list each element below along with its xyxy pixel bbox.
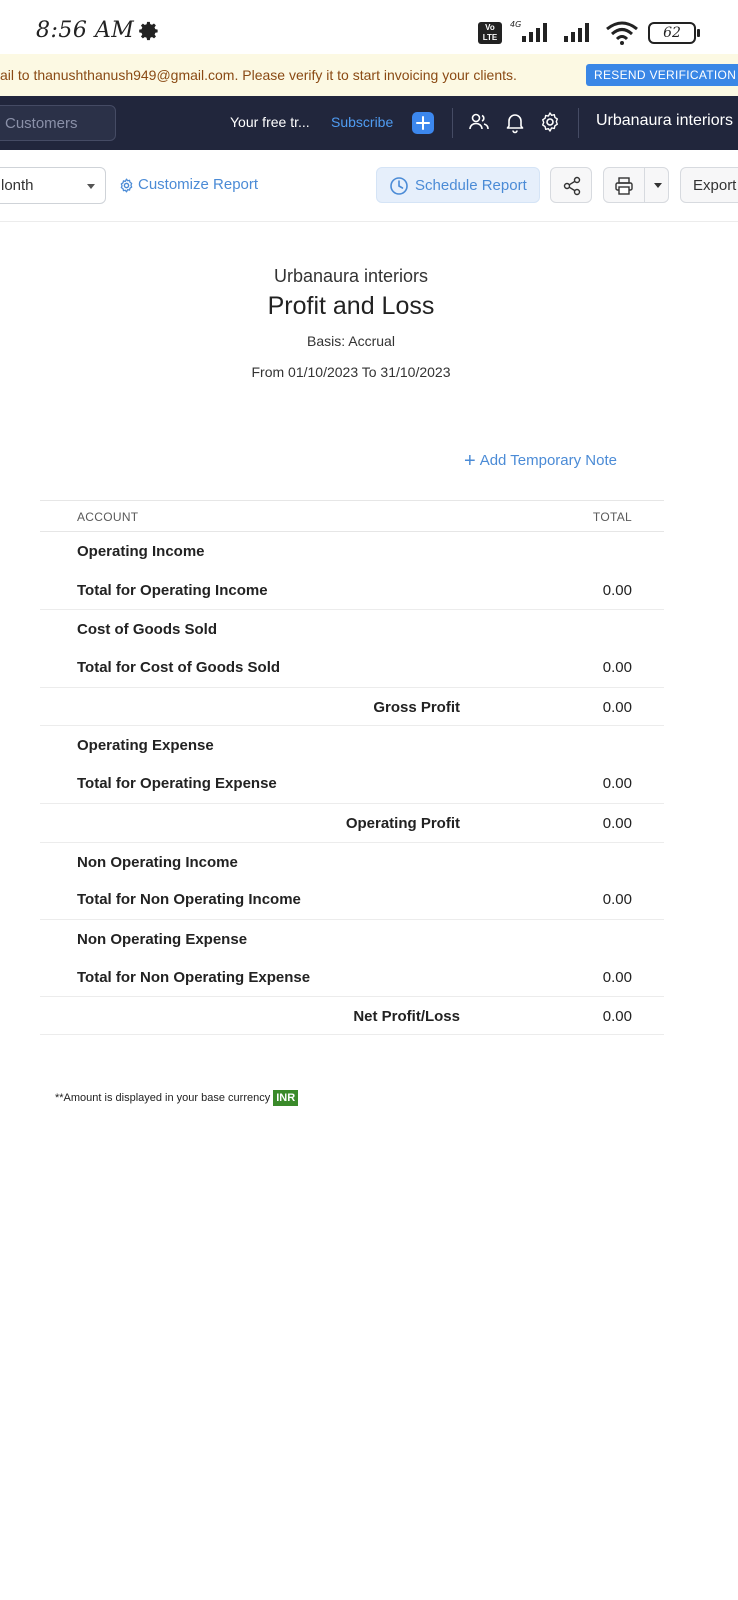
row-label: Total for Non Operating Income (77, 891, 301, 909)
footnote-text: **Amount is displayed in your base curre… (55, 1092, 271, 1104)
table-row: Net Profit/Loss 0.00 (40, 996, 664, 1035)
battery-icon: 62 (648, 22, 700, 44)
search-placeholder: Customers (5, 115, 78, 132)
resend-verification-button[interactable]: RESEND VERIFICATION E (586, 64, 738, 86)
table-row: Operating Profit 0.00 (40, 802, 664, 842)
schedule-report-label: Schedule Report (415, 177, 527, 194)
signal-4g-icon: 4G (510, 20, 547, 42)
row-label: Non Operating Expense (77, 930, 248, 948)
print-button[interactable] (603, 167, 669, 203)
plus-icon: + (464, 450, 476, 472)
row-label: Net Profit/Loss (353, 1008, 460, 1026)
period-value: lonth (1, 177, 34, 194)
row-value[interactable]: 0.00 (603, 582, 632, 599)
export-button[interactable]: Export (680, 167, 738, 203)
quick-create-button[interactable] (412, 112, 434, 134)
verification-banner: ail to thanushthanush949@gmail.com. Plea… (0, 54, 738, 96)
table-row: Total for Operating Expense 0.00 (40, 764, 664, 803)
row-label: Operating Profit (345, 814, 460, 832)
cog-icon (120, 178, 133, 193)
caret-down-icon[interactable] (654, 183, 662, 188)
gear-icon[interactable] (538, 110, 562, 134)
wifi-icon (606, 21, 638, 45)
trial-status[interactable]: Your free tr... (230, 114, 310, 130)
table-body: Operating Income Total for Operating Inco… (40, 532, 664, 1035)
users-icon[interactable] (467, 110, 491, 134)
export-label: Export (693, 177, 737, 194)
row-value[interactable]: 0.00 (603, 969, 632, 986)
row-label: Cost of Goods Sold (77, 621, 217, 639)
report-basis: Basis: Accrual (307, 333, 395, 349)
row-value[interactable]: 0.00 (603, 775, 632, 792)
table-row: Operating Income (40, 532, 664, 571)
table-row: Total for Operating Income 0.00 (40, 571, 664, 610)
table-row: Total for Non Operating Income 0.00 (40, 880, 664, 919)
table-row: Non Operating Income (40, 841, 664, 881)
top-navbar: Customers Your free tr... Subscribe Urba… (0, 96, 738, 150)
signal-icon (564, 23, 589, 42)
status-bar: 8:56 AM Vo LTE 4G 62 (0, 0, 738, 52)
organization-switcher[interactable]: Urbanaura interiors (596, 112, 733, 130)
row-value[interactable]: 0.00 (603, 699, 632, 716)
button-divider (644, 168, 645, 202)
row-label: Non Operating Income (77, 853, 238, 871)
row-label: Operating Income (77, 543, 205, 560)
currency-footnote: **Amount is displayed in your base curre… (55, 1090, 299, 1106)
add-temporary-note-link[interactable]: + Add Temporary Note (464, 448, 617, 472)
share-icon (563, 176, 581, 196)
schedule-report-button[interactable]: Schedule Report (376, 167, 540, 203)
row-label: Gross Profit (373, 698, 460, 716)
report-company: Urbanaura interiors (273, 266, 429, 286)
row-value[interactable]: 0.00 (603, 1008, 632, 1025)
table-row: Cost of Goods Sold (40, 609, 664, 648)
printer-icon (615, 177, 633, 195)
report-title: Profit and Loss (267, 292, 435, 320)
table-row: Gross Profit 0.00 (40, 686, 664, 726)
table-row: Total for Non Operating Expense 0.00 (40, 958, 664, 997)
settings-gear-icon (139, 21, 158, 41)
plus-icon (416, 116, 430, 130)
row-value[interactable]: 0.00 (603, 891, 632, 908)
row-label: Total for Cost of Goods Sold (77, 659, 281, 677)
volte-icon: Vo LTE (478, 22, 502, 44)
add-note-label: Add Temporary Note (479, 452, 617, 469)
caret-down-icon (87, 184, 95, 189)
clock-icon (390, 177, 408, 195)
period-dropdown[interactable]: lonth (0, 167, 106, 204)
network-type-label: 4G (510, 20, 521, 29)
search-input[interactable]: Customers (0, 105, 116, 141)
subscribe-link[interactable]: Subscribe (331, 114, 393, 130)
battery-level: 62 (663, 25, 681, 41)
table-header: ACCOUNT TOTAL (40, 500, 664, 532)
row-label: Total for Non Operating Expense (77, 968, 311, 986)
row-value[interactable]: 0.00 (603, 659, 632, 676)
row-label: Operating Expense (77, 737, 214, 755)
table-row: Operating Expense (40, 725, 664, 764)
column-header-account: ACCOUNT (77, 510, 139, 524)
nav-divider (452, 108, 453, 138)
table-row: Non Operating Expense (40, 918, 664, 958)
table-row: Total for Cost of Goods Sold 0.00 (40, 648, 664, 687)
bell-icon[interactable] (503, 110, 527, 134)
customize-report-label: Customize Report (138, 176, 259, 193)
nav-divider (578, 108, 579, 138)
currency-badge: INR (273, 1090, 299, 1106)
row-label: Total for Operating Income (77, 581, 268, 599)
row-value[interactable]: 0.00 (603, 815, 632, 832)
banner-message: ail to thanushthanush949@gmail.com. Plea… (0, 67, 517, 83)
report-date-range: From 01/10/2023 To 31/10/2023 (251, 364, 451, 380)
share-button[interactable] (550, 167, 592, 203)
customize-report-link[interactable]: Customize Report (118, 176, 258, 193)
row-label: Total for Operating Expense (77, 775, 277, 793)
profit-loss-table: ACCOUNT TOTAL Operating Income Total for … (40, 500, 664, 1035)
status-time: 8:56 AM (36, 18, 135, 43)
column-header-total: TOTAL (592, 510, 632, 524)
report-toolbar: lonth Customize Report Schedule Report E… (0, 150, 738, 222)
